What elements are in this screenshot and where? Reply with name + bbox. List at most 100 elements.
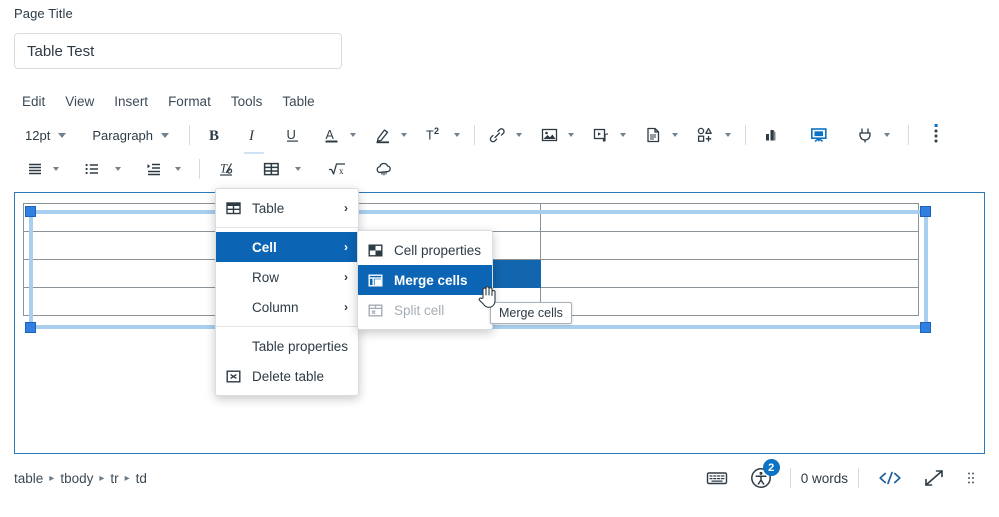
text-color-button[interactable]: A — [319, 121, 345, 149]
menu-item-table[interactable]: Table › — [216, 193, 358, 223]
menu-item-label: Split cell — [390, 303, 482, 318]
toolbar-row-2: T x — [14, 152, 985, 186]
resize-handle[interactable] — [957, 463, 985, 493]
superscript-dropdown[interactable] — [451, 121, 465, 149]
table-cell[interactable] — [541, 232, 919, 260]
media-dropdown[interactable] — [617, 121, 631, 149]
menu-item-label: Table properties — [248, 339, 348, 354]
accessibility-issue-badge: 2 — [763, 459, 780, 476]
shapes-button[interactable] — [692, 121, 720, 149]
document-button[interactable] — [640, 121, 667, 149]
chevron-down-icon — [175, 167, 181, 171]
breadcrumb-item-tr[interactable]: tr — [110, 471, 118, 486]
apps-dropdown[interactable] — [881, 121, 895, 149]
highlight-color-button[interactable] — [370, 121, 396, 149]
breadcrumb-item-table[interactable]: table — [14, 471, 43, 486]
underline-button[interactable]: U — [280, 121, 306, 149]
toolbar-row-1: 12pt Paragraph B I U A — [14, 118, 985, 152]
equation-icon: x — [327, 160, 349, 178]
table-cell[interactable] — [541, 260, 919, 288]
table-icon — [262, 160, 281, 178]
italic-button[interactable]: I — [241, 121, 267, 149]
link-button[interactable] — [484, 121, 511, 149]
apps-button[interactable] — [852, 121, 879, 149]
bold-button[interactable]: B — [202, 121, 228, 149]
accessibility-checker-button[interactable]: 2 — [742, 463, 780, 493]
menu-item-table-properties[interactable]: Table properties — [216, 331, 358, 361]
menu-item-label: Cell properties — [390, 243, 482, 258]
chevron-down-icon — [295, 167, 301, 171]
menu-item-cell-properties[interactable]: Cell properties — [358, 235, 492, 265]
chevron-down-icon — [454, 133, 460, 137]
toolbar-overflow-button[interactable] — [923, 121, 949, 149]
equation-button[interactable]: x — [323, 155, 353, 183]
font-size-selector[interactable]: 12pt — [15, 121, 73, 149]
menubar-item-tools[interactable]: Tools — [221, 91, 273, 112]
svg-text:A: A — [326, 128, 335, 142]
table-button[interactable] — [258, 155, 285, 183]
menu-item-delete-table[interactable]: Delete table — [216, 361, 358, 391]
svg-text:B: B — [209, 128, 219, 144]
media-button[interactable] — [588, 121, 615, 149]
breadcrumb-separator-icon: ▸ — [49, 473, 54, 484]
clear-formatting-button[interactable]: T — [214, 155, 241, 183]
studio-button[interactable] — [805, 121, 833, 149]
chevron-down-icon — [350, 133, 356, 137]
cloud-button[interactable] — [370, 155, 398, 183]
menu-item-merge-cells[interactable]: Merge cells — [358, 265, 492, 295]
image-icon — [540, 126, 559, 144]
menu-item-cell[interactable]: Cell › — [216, 232, 358, 262]
breadcrumb-item-td[interactable]: td — [136, 471, 147, 486]
align-icon — [26, 160, 44, 178]
toolbar-divider — [908, 125, 909, 145]
menu-item-column[interactable]: Column › — [216, 292, 358, 322]
align-button[interactable] — [22, 155, 48, 183]
table-resize-handle-bottom-right[interactable] — [920, 322, 931, 333]
superscript-button[interactable]: T 2 — [421, 121, 449, 149]
toolbar-divider — [745, 125, 746, 145]
menubar-item-format[interactable]: Format — [158, 91, 221, 112]
menubar-item-table[interactable]: Table — [272, 91, 324, 112]
page-title-input[interactable] — [14, 33, 342, 69]
fullscreen-button[interactable] — [915, 463, 953, 493]
html-editor-button[interactable] — [869, 463, 911, 493]
menubar-item-insert[interactable]: Insert — [104, 91, 158, 112]
menubar-item-view[interactable]: View — [55, 91, 104, 112]
superscript-icon: T 2 — [425, 126, 445, 144]
chevron-down-icon — [725, 133, 731, 137]
align-dropdown[interactable] — [50, 155, 64, 183]
chevron-right-icon: › — [336, 241, 348, 253]
text-color-dropdown[interactable] — [347, 121, 361, 149]
statusbar-divider — [858, 468, 859, 488]
table-cell[interactable] — [541, 204, 919, 232]
bullet-list-button[interactable] — [79, 155, 105, 183]
table-cell[interactable] — [541, 288, 919, 316]
breadcrumb-item-tbody[interactable]: tbody — [60, 471, 93, 486]
menu-item-row[interactable]: Row › — [216, 262, 358, 292]
indent-button[interactable] — [141, 155, 167, 183]
fullscreen-icon — [923, 468, 945, 488]
chevron-down-icon — [58, 133, 66, 138]
chevron-down-icon — [620, 133, 626, 137]
highlight-color-dropdown[interactable] — [398, 121, 412, 149]
image-dropdown[interactable] — [565, 121, 579, 149]
menubar-item-edit[interactable]: Edit — [14, 91, 55, 112]
indent-dropdown[interactable] — [172, 155, 186, 183]
table-row[interactable] — [24, 204, 919, 232]
chevron-down-icon — [516, 133, 522, 137]
bullet-list-dropdown[interactable] — [112, 155, 126, 183]
table-resize-handle-top-right[interactable] — [920, 206, 931, 217]
document-dropdown[interactable] — [669, 121, 683, 149]
block-format-value: Paragraph — [84, 128, 158, 143]
table-dropdown[interactable] — [292, 155, 306, 183]
link-dropdown[interactable] — [513, 121, 527, 149]
editor-statusbar: table ▸ tbody ▸ tr ▸ td 2 0 words — [14, 455, 985, 501]
keyboard-shortcuts-button[interactable] — [698, 463, 736, 493]
table-resize-handle-top-left[interactable] — [25, 206, 36, 217]
table-resize-handle-bottom-left[interactable] — [25, 322, 36, 333]
shapes-dropdown[interactable] — [722, 121, 736, 149]
block-format-selector[interactable]: Paragraph — [82, 121, 176, 149]
chart-button[interactable] — [758, 121, 784, 149]
editor-menubar: Edit View Insert Format Tools Table — [14, 88, 985, 114]
image-button[interactable] — [536, 121, 563, 149]
